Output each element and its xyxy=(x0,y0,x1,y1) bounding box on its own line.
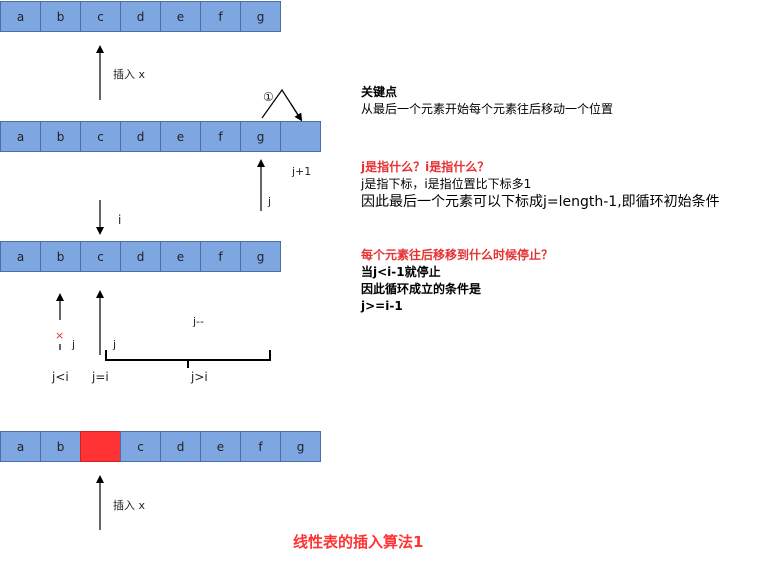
key-points-title: 关键点 xyxy=(361,85,398,99)
key-points-desc: 从最后一个元素开始每个元素往后移动一个位置 xyxy=(361,102,614,116)
array-row-shifted: abcdefg xyxy=(0,121,321,152)
array-cell-label: c xyxy=(137,440,144,454)
answer-stop-line3: j>=i-1 xyxy=(361,299,403,313)
cross-mark: × xyxy=(55,329,64,342)
j-plus-1-label: j+1 xyxy=(291,165,311,178)
array-cell-label: c xyxy=(97,250,104,264)
answer-stop-line1: 当j<i-1就停止 xyxy=(361,265,441,279)
array-cell-label: g xyxy=(257,250,265,264)
array-cell-label: g xyxy=(257,10,265,24)
array-cell-label: g xyxy=(257,130,265,144)
j-lt-i-label: j<i xyxy=(51,370,69,384)
array-row-original: abcdefg xyxy=(0,1,281,32)
array-cell-label: c xyxy=(97,130,104,144)
answer-j-i: j是指下标，i是指位置比下标多1 xyxy=(361,177,532,191)
array-cell-label: d xyxy=(137,130,145,144)
j-gt-i-label: j>i xyxy=(190,370,208,384)
array-cell-label: a xyxy=(17,440,24,454)
array-cell-label: b xyxy=(57,250,65,264)
insert-x-bottom-label: 插入 x xyxy=(113,498,145,512)
j-gt-bracket xyxy=(105,350,271,361)
array-cell-label: c xyxy=(97,10,104,24)
array-cell-label: g xyxy=(297,440,305,454)
shift-arrow xyxy=(290,103,303,122)
insert-x-top-label: 插入 x xyxy=(113,67,145,81)
array-cell-label: b xyxy=(57,10,65,24)
array-cell-label: a xyxy=(17,10,24,24)
array-cell-label: a xyxy=(17,250,24,264)
array-row-indexing: abcdefg xyxy=(0,241,281,272)
question-j-i: j是指什么？i是指什么？ xyxy=(361,160,490,174)
answer-stop-line2: 因此循环成立的条件是 xyxy=(361,282,482,296)
array-cell-label: d xyxy=(137,250,145,264)
array-cell-label: e xyxy=(177,250,184,264)
circle-one-label: ① xyxy=(263,90,274,104)
j-eq-i-label: j=i xyxy=(91,370,109,384)
array-cell-label: e xyxy=(177,10,184,24)
array-cell-label: a xyxy=(17,130,24,144)
answer-loop-init: 因此最后一个元素可以下标成j=length-1,即循环初始条件 xyxy=(361,194,720,210)
diagram-title: 线性表的插入算法1 xyxy=(293,533,424,551)
array-row-inserted: abcdefg xyxy=(0,431,321,462)
array-cell-label: e xyxy=(177,130,184,144)
j-at-c-label: j xyxy=(112,338,116,351)
j-small-label: j xyxy=(71,338,75,351)
array-cell-label: b xyxy=(57,440,65,454)
array-cell-label: b xyxy=(57,130,65,144)
question-stop: 每个元素往后移移到什么时候停止？ xyxy=(361,248,554,262)
j-row2-label: j xyxy=(267,195,271,208)
array-cell-label: d xyxy=(177,440,185,454)
array-cell-label: d xyxy=(137,10,145,24)
j-decrement-label: j-- xyxy=(192,315,204,328)
inserted-slot-cell xyxy=(80,431,121,462)
i-label: i xyxy=(118,213,121,227)
array-cell xyxy=(280,121,321,152)
array-cell-label: e xyxy=(217,440,224,454)
